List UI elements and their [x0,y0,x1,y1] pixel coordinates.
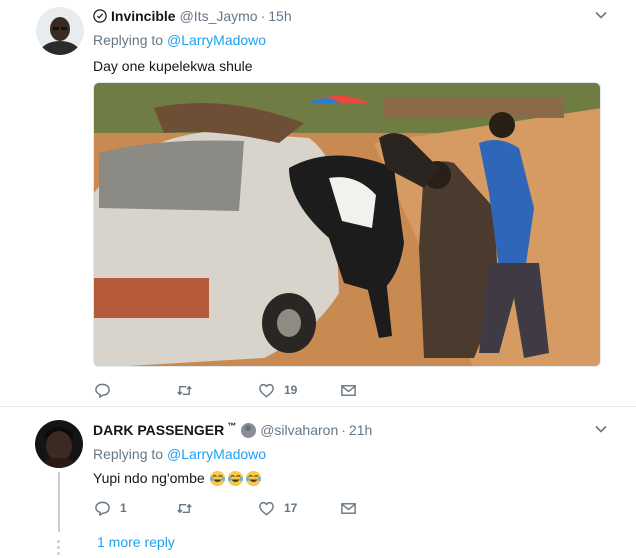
display-name[interactable]: DARK PASSENGER [93,422,224,438]
like-count: 19 [284,383,298,397]
chevron-down-icon[interactable] [594,8,608,22]
retweet-icon [177,385,192,395]
like-icon [259,383,274,397]
tweet-actions: 19 [94,380,422,400]
reply-icon [95,383,110,398]
direct-message-icon [341,502,356,514]
separator-dot: · [341,422,346,438]
separator-dot: · [260,8,266,24]
like-button[interactable]: 19 [258,382,340,399]
timestamp[interactable]: 15h [268,8,291,24]
replying-label: Replying to [93,446,164,462]
tweet-actions: 1 17 [94,498,422,518]
mention-link[interactable]: @LarryMadowo [167,446,266,462]
chevron-down-icon[interactable] [594,422,608,436]
more-replies-link[interactable]: 1 more reply [97,534,175,550]
reply-button[interactable]: 1 [94,500,176,517]
replying-to: Replying to @LarryMadowo [93,30,606,50]
tweet-text-content: Yupi ndo ng'ombe [93,470,205,486]
thread-dots [57,540,61,558]
like-button[interactable]: 17 [258,500,340,517]
like-count: 17 [284,501,298,515]
avatar[interactable] [36,7,84,55]
tears-of-joy-emoji [209,470,225,486]
display-name[interactable]: Invincible [111,8,176,24]
verified-badge-icon [93,9,107,23]
retweet-icon [177,503,192,513]
reply-count: 1 [120,501,127,515]
avatar[interactable] [35,420,83,468]
replying-to: Replying to @LarryMadowo [93,444,606,464]
user-handle[interactable]: @silvaharon [260,422,338,438]
reply-icon [95,501,110,516]
tweet-photo[interactable] [93,82,601,367]
reply-button[interactable] [94,382,176,399]
like-icon [259,501,274,515]
timestamp[interactable]: 21h [349,422,372,438]
retweet-button[interactable] [176,500,258,517]
tweet-text: Day one kupelekwa shule [93,58,253,74]
tears-of-joy-emoji [245,470,261,486]
trademark-symbol: ™ [227,421,237,431]
tweet-text: Yupi ndo ng'ombe [93,468,606,488]
direct-message-button[interactable] [340,382,422,399]
tears-of-joy-emoji [227,470,243,486]
tweet[interactable]: DARK PASSENGER ™ @silvaharon · 21h Reply… [0,408,636,558]
retweet-button[interactable] [176,382,258,399]
tweet[interactable]: Invincible @Its_Jaymo · 15h Replying to @… [0,0,636,407]
direct-message-button[interactable] [340,500,422,517]
direct-message-icon [341,384,356,396]
moon-icon [241,422,257,438]
mention-link[interactable]: @LarryMadowo [167,32,266,48]
user-handle[interactable]: @Its_Jaymo [180,8,258,24]
thread-line [58,472,60,532]
replying-label: Replying to [93,32,164,48]
